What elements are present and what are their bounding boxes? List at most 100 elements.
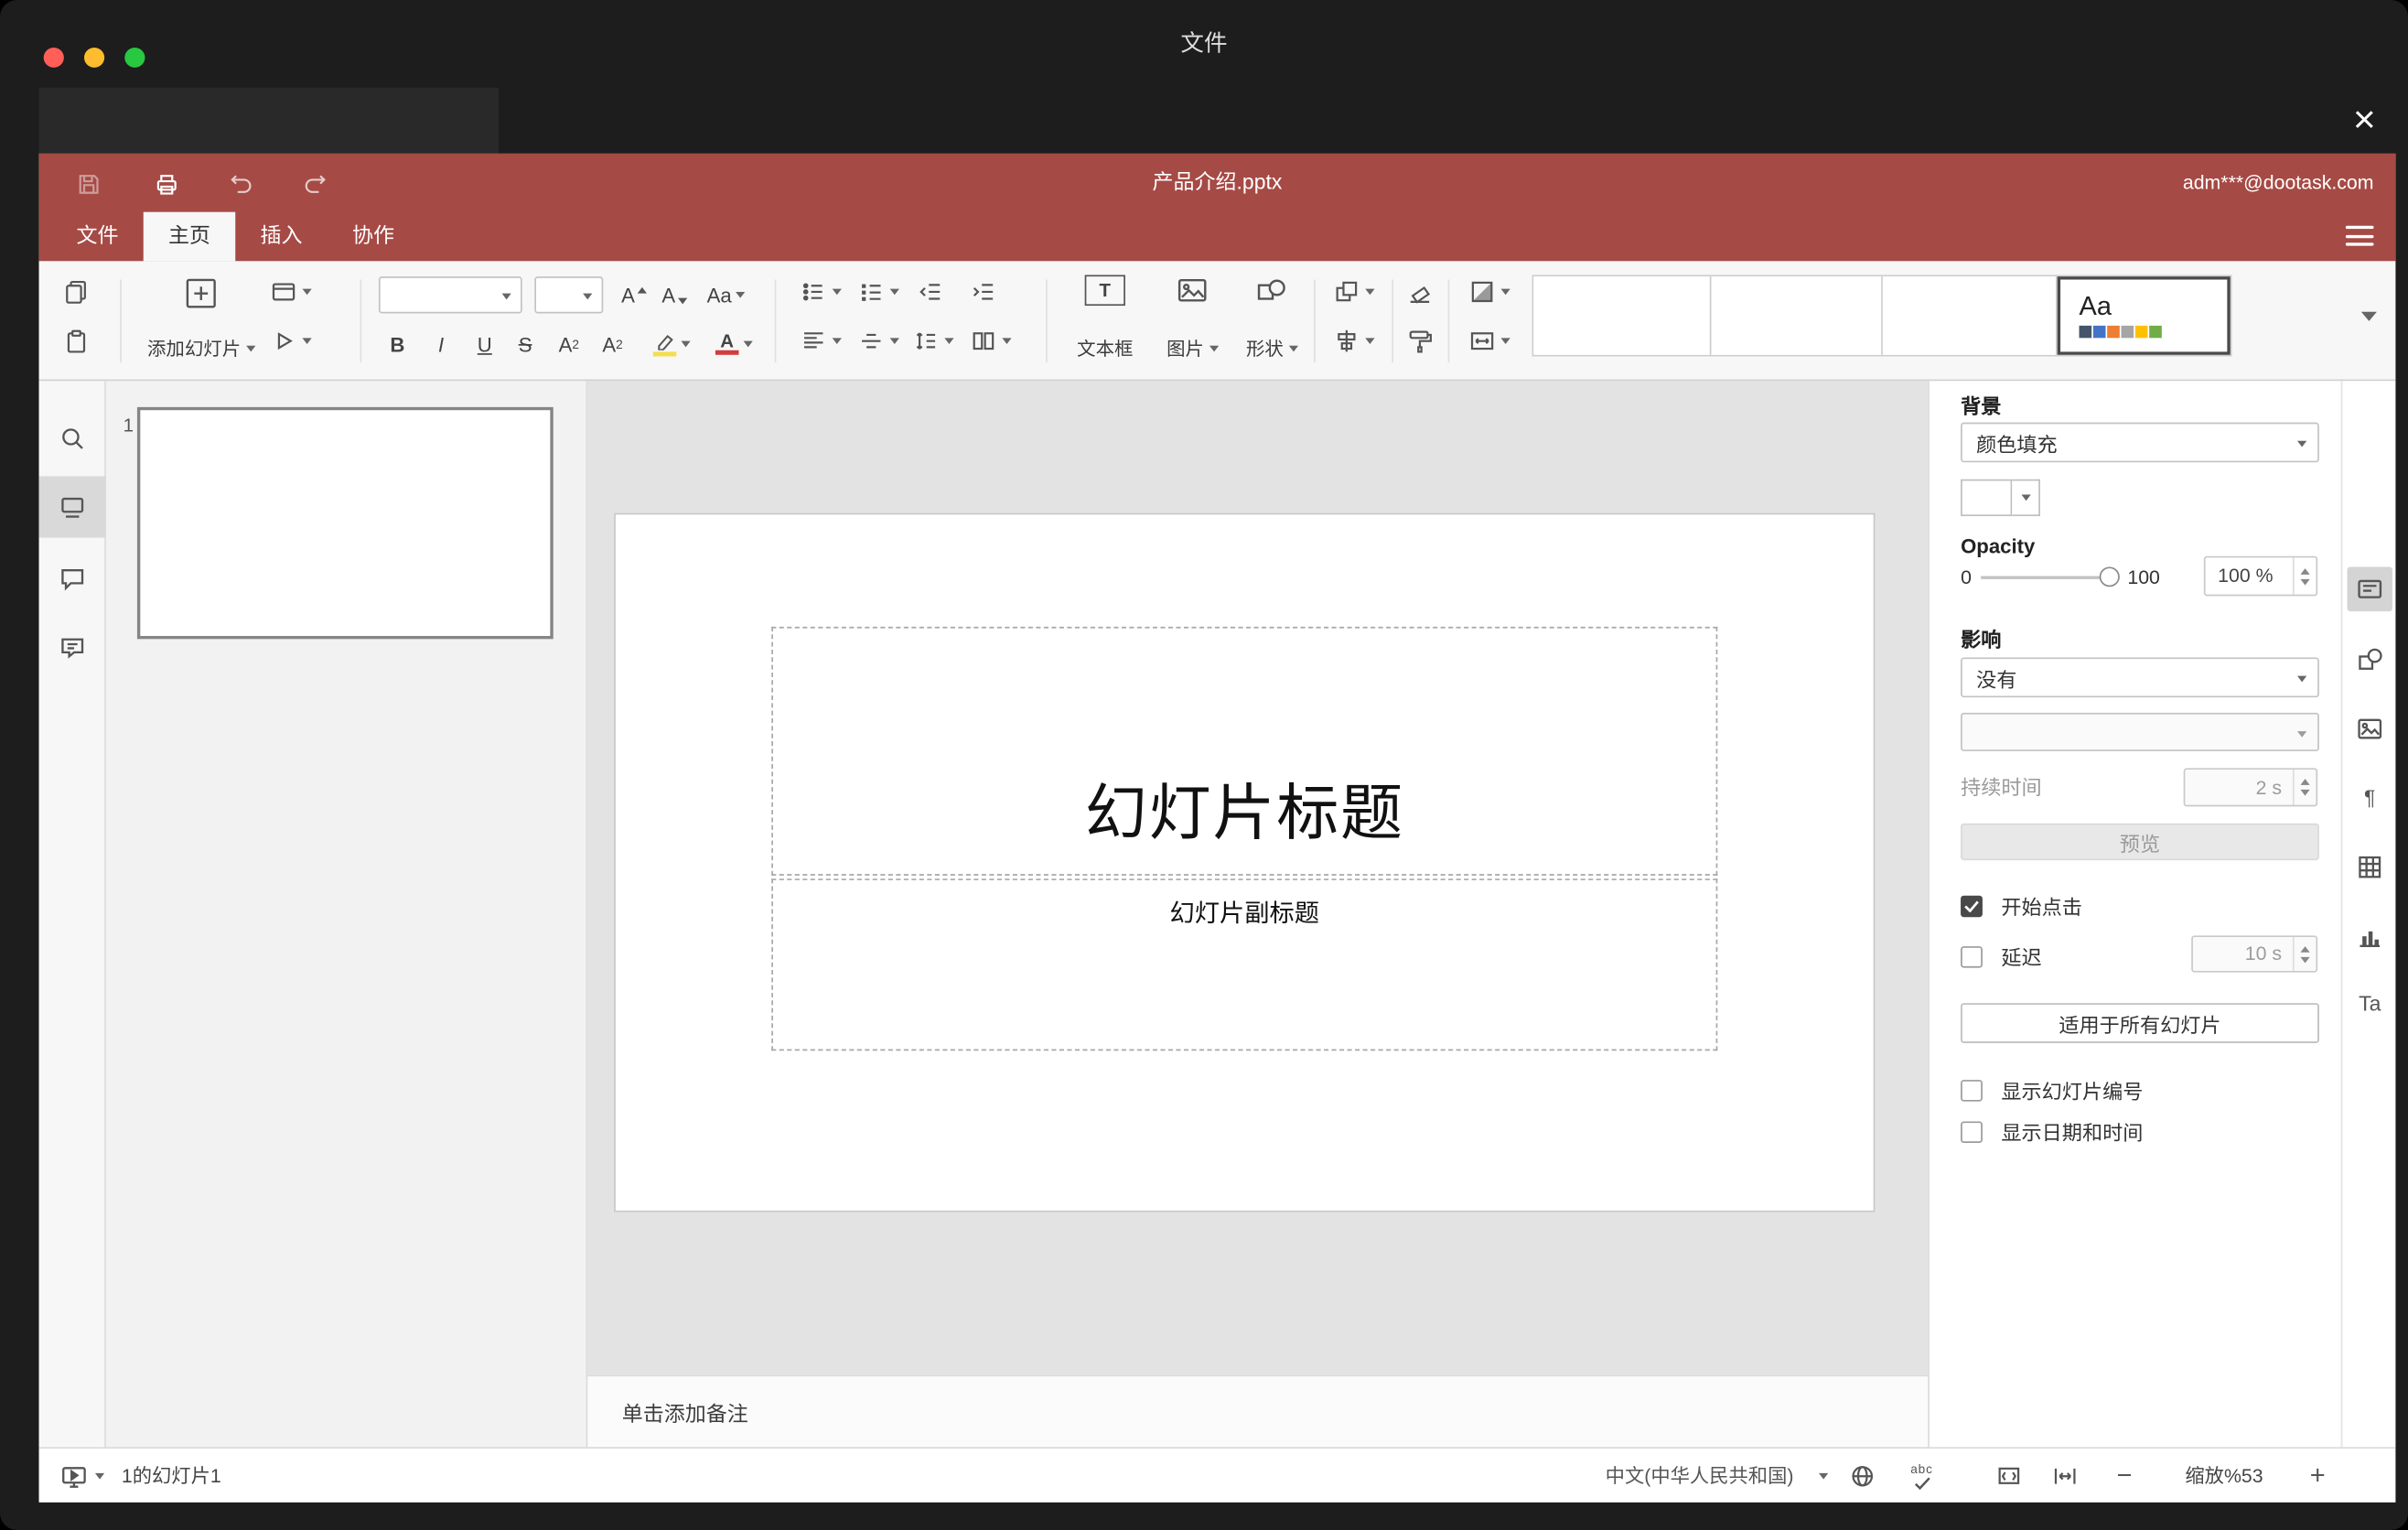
opacity-label: Opacity <box>1961 534 2036 558</box>
theme-tile-selected[interactable]: Aa <box>2057 276 2231 355</box>
slideshow-options-chevron-icon[interactable] <box>94 1472 105 1480</box>
theme-gallery-expand-icon[interactable] <box>2349 275 2389 356</box>
paragraph-settings-icon[interactable]: ¶ <box>2348 776 2392 821</box>
language-chevron-icon[interactable] <box>1819 1472 1829 1480</box>
tab-insert[interactable]: 插入 <box>235 212 328 262</box>
document-language-icon[interactable] <box>1844 1458 1881 1494</box>
slide-layout-icon[interactable] <box>270 274 312 310</box>
vertical-align-icon[interactable] <box>855 323 901 360</box>
shape-settings-icon[interactable] <box>2348 638 2392 683</box>
spell-check-icon[interactable]: abc <box>1903 1458 1940 1494</box>
image-settings-icon[interactable] <box>2348 706 2392 751</box>
decrease-indent-icon[interactable] <box>912 274 950 310</box>
columns-icon[interactable] <box>966 323 1013 360</box>
arrange-shape-icon[interactable] <box>1320 274 1386 310</box>
opacity-input[interactable]: 100 % <box>2203 555 2318 597</box>
copy-style-icon[interactable] <box>1401 323 1438 360</box>
subtitle-placeholder[interactable]: 幻灯片副标题 <box>771 878 1718 1051</box>
increase-font-size-icon[interactable]: A <box>616 276 653 313</box>
table-settings-icon[interactable] <box>2348 845 2392 889</box>
opacity-slider[interactable] <box>1981 566 2120 587</box>
numbered-list-icon[interactable] <box>855 274 901 310</box>
search-icon[interactable] <box>53 419 91 456</box>
theme-tile-1[interactable] <box>1533 276 1712 355</box>
notes-area[interactable]: 单击添加备注 <box>587 1374 1929 1448</box>
image-button[interactable]: 图片 <box>1155 270 1230 368</box>
strikethrough-icon[interactable]: S <box>507 326 544 362</box>
decrease-font-size-icon[interactable]: A <box>656 276 693 313</box>
zoom-in-icon[interactable]: + <box>2299 1458 2337 1494</box>
copy-icon[interactable] <box>58 274 95 310</box>
clear-style-icon[interactable] <box>1401 274 1438 310</box>
duration-input[interactable]: 2 s <box>2183 768 2318 807</box>
shape-button[interactable]: 形状 <box>1233 270 1311 368</box>
language-label[interactable]: 中文(中华人民共和国) <box>1606 1449 1794 1503</box>
start-slideshow-statusbar-icon[interactable] <box>55 1458 92 1494</box>
subscript-icon[interactable]: A2 <box>594 326 631 362</box>
left-rail <box>38 381 106 1448</box>
background-color-picker[interactable] <box>1961 479 2040 517</box>
apply-to-all-slides-button[interactable]: 适用于所有幻灯片 <box>1961 1003 2319 1043</box>
bullet-list-icon[interactable] <box>797 274 844 310</box>
tab-home[interactable]: 主页 <box>143 211 236 262</box>
slide-settings-icon[interactable] <box>2347 566 2392 612</box>
slide-thumbnail[interactable] <box>136 406 554 640</box>
add-slide-button[interactable]: 添加幻灯片 <box>142 270 260 368</box>
change-case-icon[interactable]: Aa <box>700 276 753 313</box>
duration-spinner[interactable] <box>2292 770 2317 805</box>
transition-effect-select[interactable]: 没有 <box>1961 657 2319 698</box>
delay-checkbox[interactable] <box>1961 945 1983 967</box>
textart-settings-icon[interactable]: Ta <box>2348 982 2392 1027</box>
paste-icon[interactable] <box>58 323 95 360</box>
line-spacing-icon[interactable] <box>908 323 955 360</box>
italic-icon[interactable]: I <box>423 326 460 362</box>
comments-icon[interactable] <box>53 559 91 596</box>
slide-fill-icon[interactable] <box>1457 274 1520 310</box>
delay-input[interactable]: 10 s <box>2191 935 2318 973</box>
start-slideshow-icon[interactable] <box>270 323 312 360</box>
background-fill-select[interactable]: 颜色填充 <box>1961 422 2319 463</box>
opacity-slider-knob[interactable] <box>2099 566 2120 587</box>
menu-icon[interactable] <box>2345 225 2374 246</box>
macos-window: 文件 × 产品介绍.pptx adm***@dootask.com 文件 主页 … <box>0 0 2408 1530</box>
font-size-select[interactable] <box>534 276 604 314</box>
highlight-color-icon[interactable] <box>644 326 700 362</box>
transition-variant-select[interactable] <box>1961 712 2319 751</box>
theme-tile-3[interactable] <box>1882 276 2058 355</box>
zoom-out-icon[interactable]: − <box>2105 1458 2143 1494</box>
ribbon-tabs: 文件 主页 插入 协作 <box>51 211 420 262</box>
align-shape-icon[interactable] <box>1320 323 1386 360</box>
textbox-button[interactable]: T 文本框 <box>1061 270 1148 368</box>
font-color-icon[interactable]: A <box>706 326 762 362</box>
undo-icon[interactable] <box>221 165 262 205</box>
chart-settings-icon[interactable] <box>2348 914 2392 959</box>
opacity-spinner[interactable] <box>2292 557 2317 595</box>
delay-spinner[interactable] <box>2292 937 2317 971</box>
underline-icon[interactable]: U <box>466 326 503 362</box>
close-icon[interactable]: × <box>2339 95 2390 145</box>
fit-slide-icon[interactable] <box>1990 1458 2027 1494</box>
preview-button[interactable]: 预览 <box>1961 823 2319 861</box>
slide-size-icon[interactable] <box>1457 323 1520 360</box>
right-rail: ¶ Ta <box>2340 381 2396 1448</box>
bold-icon[interactable]: B <box>379 326 416 362</box>
title-placeholder[interactable]: 幻灯片标题 <box>771 626 1718 876</box>
slide[interactable]: 幻灯片标题 幻灯片副标题 <box>615 514 1874 1211</box>
superscript-icon[interactable]: A2 <box>550 326 587 362</box>
show-date-time-checkbox[interactable] <box>1961 1120 1983 1143</box>
tab-collaboration[interactable]: 协作 <box>328 212 420 262</box>
theme-tile-2[interactable] <box>1711 276 1883 355</box>
zoom-label: 缩放%53 <box>2185 1465 2263 1487</box>
slides-panel-icon[interactable] <box>53 489 91 525</box>
fit-width-icon[interactable] <box>2047 1458 2084 1494</box>
increase-indent-icon[interactable] <box>964 274 1002 310</box>
print-icon[interactable] <box>146 165 187 205</box>
tab-file[interactable]: 文件 <box>51 212 144 262</box>
redo-icon[interactable] <box>295 165 335 205</box>
horizontal-align-icon[interactable] <box>797 323 844 360</box>
show-slide-number-checkbox[interactable] <box>1961 1079 1983 1101</box>
font-name-select[interactable] <box>378 276 522 314</box>
save-icon[interactable] <box>69 165 109 205</box>
start-on-click-checkbox[interactable] <box>1961 894 1983 917</box>
chat-icon[interactable] <box>53 629 91 665</box>
